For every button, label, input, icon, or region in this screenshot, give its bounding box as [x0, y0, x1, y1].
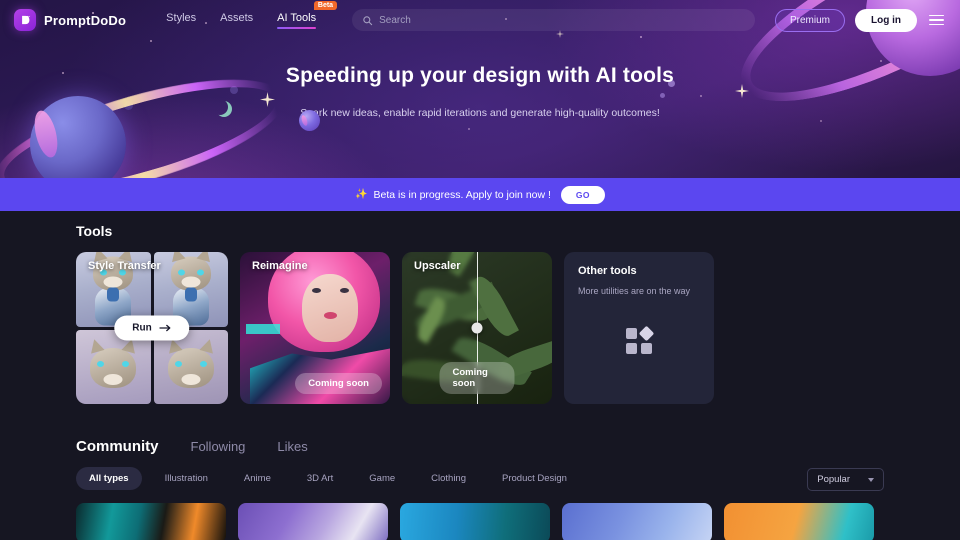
go-button[interactable]: GO [560, 185, 605, 204]
tools-row: Style Transfer Run Reimagine Coming soon… [0, 239, 960, 404]
status-badge: Coming soon [295, 373, 382, 394]
filter-chip-game[interactable]: Game [356, 467, 408, 490]
sparkles-icon: ✨ [355, 189, 368, 200]
login-button[interactable]: Log in [855, 8, 917, 32]
premium-button[interactable]: Premium [774, 8, 845, 32]
comparison-slider-handle[interactable] [471, 322, 483, 334]
top-navbar: PromptDoDo Styles Assets AI Tools Beta S… [0, 0, 960, 40]
tool-card-title: Upscaler [414, 260, 461, 272]
nav-item-assets[interactable]: Assets [220, 12, 253, 29]
hero-subtitle: Spark new ideas, enable rapid iterations… [300, 107, 660, 119]
brand-name: PromptDoDo [44, 12, 127, 28]
filter-chip-clothing[interactable]: Clothing [418, 467, 479, 490]
community-tabs: Community Following Likes [0, 404, 960, 455]
search-bar[interactable]: Search [352, 9, 755, 31]
gallery-card[interactable] [238, 503, 388, 540]
style-transfer-thumb [76, 329, 151, 404]
gallery-card[interactable] [562, 503, 712, 540]
search-icon [363, 15, 373, 25]
nav-item-styles[interactable]: Styles [166, 12, 196, 29]
tool-card-style-transfer[interactable]: Style Transfer Run [76, 252, 228, 404]
nav-item-ai-tools[interactable]: AI Tools Beta [277, 0, 338, 29]
tool-card-subtitle: More utilities are on the way [578, 286, 691, 296]
community-gallery [0, 490, 960, 540]
brand-logo[interactable]: PromptDoDo [14, 9, 126, 31]
page-title: Speeding up your design with AI tools [285, 64, 675, 87]
hero-text-block: Speeding up your design with AI tools Sp… [0, 64, 960, 119]
chevron-down-icon [868, 477, 874, 482]
filter-chip-product-design[interactable]: Product Design [489, 467, 580, 490]
main-nav: Styles Assets AI Tools Beta [166, 0, 338, 29]
tool-card-title: Other tools [578, 265, 637, 277]
banner-text: Beta is in progress. Apply to join now ! [373, 188, 551, 201]
run-button[interactable]: Run [114, 315, 190, 341]
header-actions: Premium Log in [774, 8, 946, 32]
filter-chip-3d-art[interactable]: 3D Art [294, 467, 346, 490]
filter-chip-all-types[interactable]: All types [76, 467, 142, 490]
tab-following[interactable]: Following [191, 439, 246, 454]
filter-chip-anime[interactable]: Anime [231, 467, 284, 490]
decorative-orb [299, 110, 320, 131]
tools-section-header: Tools [0, 211, 960, 239]
sort-value: Popular [817, 474, 850, 485]
beta-announcement-banner: ✨ Beta is in progress. Apply to join now… [0, 178, 960, 211]
tab-community[interactable]: Community [76, 438, 159, 455]
main-content: Tools Style Transfer Run Reimagine Comin… [0, 211, 960, 540]
nav-label: AI Tools [277, 11, 317, 24]
tools-section-title: Tools [76, 223, 113, 239]
app-root: PromptDoDo Styles Assets AI Tools Beta S… [0, 0, 960, 540]
beta-badge: Beta [313, 0, 338, 10]
arrow-right-icon [159, 324, 171, 332]
hamburger-menu-icon[interactable] [927, 13, 946, 28]
nav-label: Assets [220, 11, 254, 24]
gallery-card[interactable] [76, 503, 226, 540]
banner-message: ✨ Beta is in progress. Apply to join now… [355, 189, 551, 201]
apps-grid-icon [626, 325, 655, 355]
tool-card-title: Style Transfer [88, 260, 161, 272]
tool-card-other-tools[interactable]: Other tools More utilities are on the wa… [564, 252, 714, 404]
dodo-bird-logo-icon [14, 9, 36, 31]
tool-card-upscaler[interactable]: Upscaler Coming soon [402, 252, 552, 404]
search-input[interactable]: Search [379, 15, 411, 26]
tool-card-title: Reimagine [252, 260, 308, 272]
tab-likes[interactable]: Likes [277, 439, 307, 454]
gallery-card[interactable] [400, 503, 550, 540]
tool-card-reimagine[interactable]: Reimagine Coming soon [240, 252, 390, 404]
sort-dropdown[interactable]: Popular [807, 468, 884, 491]
status-badge: Coming soon [439, 362, 515, 394]
nav-label: Styles [166, 11, 197, 24]
run-button-label: Run [132, 322, 152, 334]
filter-chip-illustration[interactable]: Illustration [152, 467, 221, 490]
style-transfer-thumb [153, 329, 228, 404]
gallery-card[interactable] [724, 503, 874, 540]
